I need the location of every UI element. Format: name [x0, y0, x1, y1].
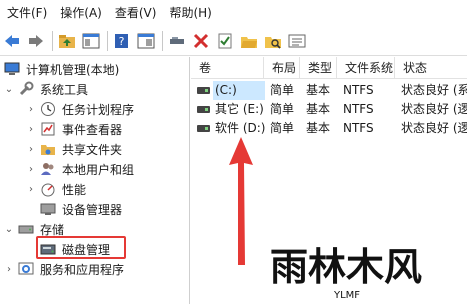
watermark-main: 雨林木风 — [270, 245, 422, 289]
column-header-type[interactable]: 类型 — [300, 57, 337, 79]
cell-layout: 简单 — [270, 83, 295, 97]
watermark-logo-icon: 雨林木风 YLMF — [270, 245, 422, 301]
services-icon — [18, 261, 34, 277]
tree-item-label: 性能 — [62, 182, 87, 197]
toolbar: ? — [0, 26, 467, 56]
clock-icon — [40, 101, 56, 117]
cell-type: 基本 — [306, 102, 331, 116]
tree-services-label: 服务和应用程序 — [40, 262, 125, 277]
drive-icon — [197, 106, 210, 113]
tree-item-label: 设备管理器 — [62, 202, 123, 217]
device-manager-icon — [40, 201, 56, 217]
chevron-down-icon[interactable]: ⌄ — [4, 84, 14, 95]
tree-item-label: 任务计划程序 — [62, 102, 135, 117]
event-viewer-icon — [40, 121, 56, 137]
cell-type: 基本 — [306, 121, 331, 135]
drive-icon — [197, 87, 210, 94]
cell-layout: 简单 — [270, 102, 295, 116]
help-icon[interactable]: ? — [112, 30, 132, 52]
tree-item-label: 本地用户和组 — [62, 162, 135, 177]
cell-filesystem: NTFS — [343, 102, 374, 116]
cell-status: 状态良好 (逻 — [401, 121, 467, 135]
tree-item-shared-folders[interactable]: › 共享文件夹 — [26, 139, 122, 159]
console-tree-icon[interactable] — [81, 30, 101, 52]
tree-system-tools[interactable]: ⌄ 系统工具 — [4, 79, 88, 99]
properties-pane-icon[interactable] — [136, 30, 156, 52]
tree-item-task-scheduler[interactable]: › 任务计划程序 — [26, 99, 134, 119]
tree-item-device-manager[interactable]: 设备管理器 — [40, 199, 122, 219]
menu-view[interactable]: 查看(V) — [108, 0, 157, 26]
column-header-layout[interactable]: 布局 — [264, 57, 300, 79]
svg-text:?: ? — [119, 35, 125, 48]
column-header-status[interactable]: 状态 — [395, 57, 467, 79]
table-row[interactable]: 其它 (E:) 简单 基本 NTFS 状态良好 (逻 — [191, 100, 467, 119]
cell-layout: 简单 — [270, 121, 295, 135]
tree-item-performance[interactable]: › 性能 — [26, 179, 86, 199]
toolbar-separator — [162, 30, 163, 51]
cell-filesystem: NTFS — [343, 83, 374, 97]
tree-root[interactable]: 计算机管理(本地) — [4, 59, 119, 79]
red-arrow-icon — [229, 137, 253, 265]
chevron-right-icon[interactable]: › — [26, 124, 36, 135]
toolbar-separator — [107, 30, 108, 51]
chevron-right-icon[interactable]: › — [26, 104, 36, 115]
tools-icon — [18, 81, 34, 97]
tree-storage-label: 存储 — [40, 222, 65, 237]
forward-arrow-icon[interactable] — [26, 30, 46, 52]
open-folder-icon[interactable] — [239, 30, 259, 52]
column-header-volume[interactable]: 卷 — [191, 57, 264, 79]
watermark-sub: YLMF — [333, 290, 360, 300]
delete-icon[interactable] — [191, 30, 211, 52]
watermark-logo: 雨林木风 YLMF — [264, 238, 454, 301]
chevron-right-icon[interactable]: › — [4, 264, 14, 275]
drive-icon — [197, 125, 210, 132]
search-folder-icon[interactable] — [263, 30, 283, 52]
folder-up-icon[interactable] — [57, 30, 77, 52]
check-icon[interactable] — [215, 30, 235, 52]
chevron-right-icon[interactable]: › — [26, 184, 36, 195]
menu-action[interactable]: 操作(A) — [53, 0, 102, 26]
cell-filesystem: NTFS — [343, 121, 374, 135]
cell-volume: 其它 (E:) — [215, 102, 264, 116]
tree-item-label: 共享文件夹 — [62, 142, 123, 157]
connect-icon[interactable] — [167, 30, 187, 52]
cell-volume: (C:) — [213, 81, 265, 100]
computer-management-icon — [4, 61, 20, 77]
menu-file[interactable]: 文件(F) — [0, 0, 47, 26]
console-tree: 计算机管理(本地) ⌄ 系统工具 › 任务计划程序 › 事件查看器 › 共享文件… — [0, 57, 190, 304]
chevron-right-icon[interactable]: › — [26, 144, 36, 155]
performance-icon — [40, 181, 56, 197]
tree-item-event-viewer[interactable]: › 事件查看器 — [26, 119, 122, 139]
shared-folder-icon — [40, 141, 56, 157]
users-icon — [40, 161, 56, 177]
menu-help[interactable]: 帮助(H) — [162, 0, 211, 26]
chevron-down-icon[interactable]: ⌄ — [4, 224, 14, 235]
toolbar-separator — [52, 30, 53, 51]
list-view-icon[interactable] — [287, 30, 307, 52]
tree-item-local-users[interactable]: › 本地用户和组 — [26, 159, 134, 179]
highlight-box — [36, 236, 126, 259]
back-arrow-icon[interactable] — [2, 30, 22, 52]
column-header-filesystem[interactable]: 文件系统 — [337, 57, 395, 79]
tree-services[interactable]: › 服务和应用程序 — [4, 259, 124, 279]
cell-status: 状态良好 (系 — [401, 83, 467, 97]
cell-status: 状态良好 (逻 — [401, 102, 467, 116]
table-row[interactable]: (C:) 简单 基本 NTFS 状态良好 (系 — [191, 81, 467, 100]
cell-type: 基本 — [306, 83, 331, 97]
chevron-right-icon[interactable]: › — [26, 164, 36, 175]
storage-icon — [18, 221, 34, 237]
tree-item-label: 事件查看器 — [62, 122, 123, 137]
tree-root-label: 计算机管理(本地) — [26, 62, 120, 77]
tree-system-tools-label: 系统工具 — [40, 82, 89, 97]
menu-bar: 文件(F) 操作(A) 查看(V) 帮助(H) — [0, 0, 467, 26]
